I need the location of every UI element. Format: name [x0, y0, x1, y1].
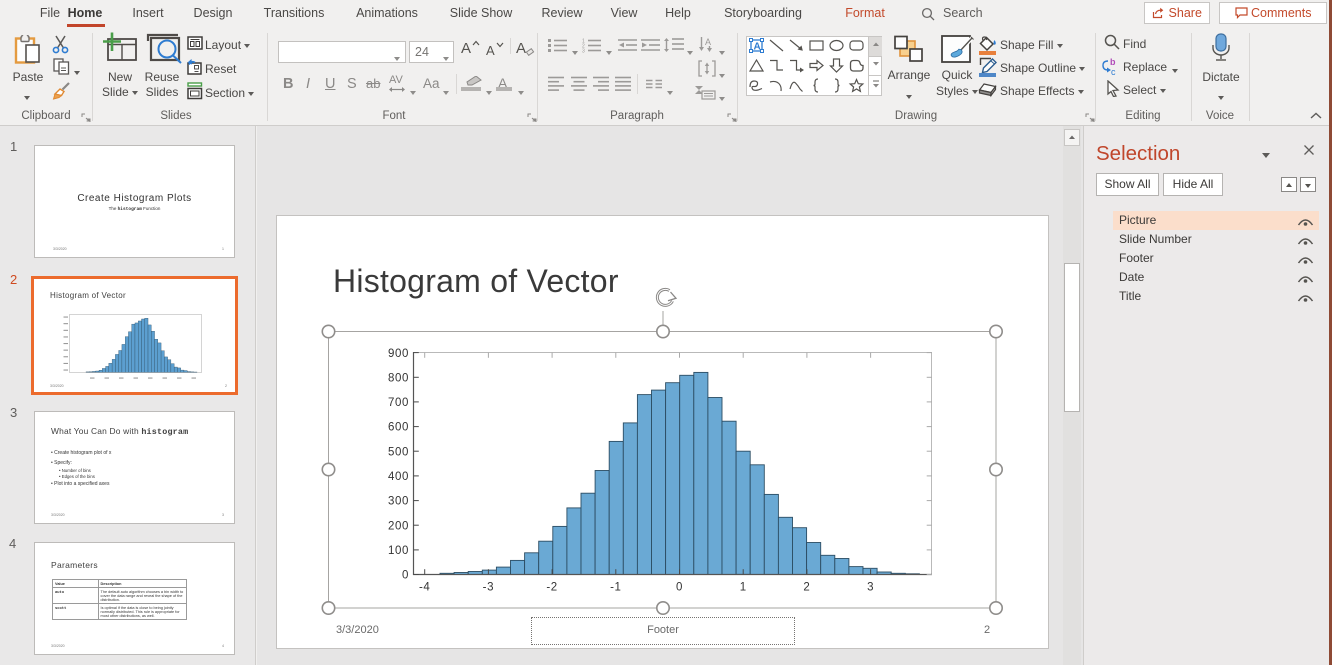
svg-text:c: c [1111, 67, 1116, 76]
svg-text:3: 3 [582, 49, 585, 54]
svg-text:b: b [1110, 57, 1116, 67]
svg-text:A: A [705, 37, 711, 47]
svg-text:A: A [754, 42, 761, 53]
